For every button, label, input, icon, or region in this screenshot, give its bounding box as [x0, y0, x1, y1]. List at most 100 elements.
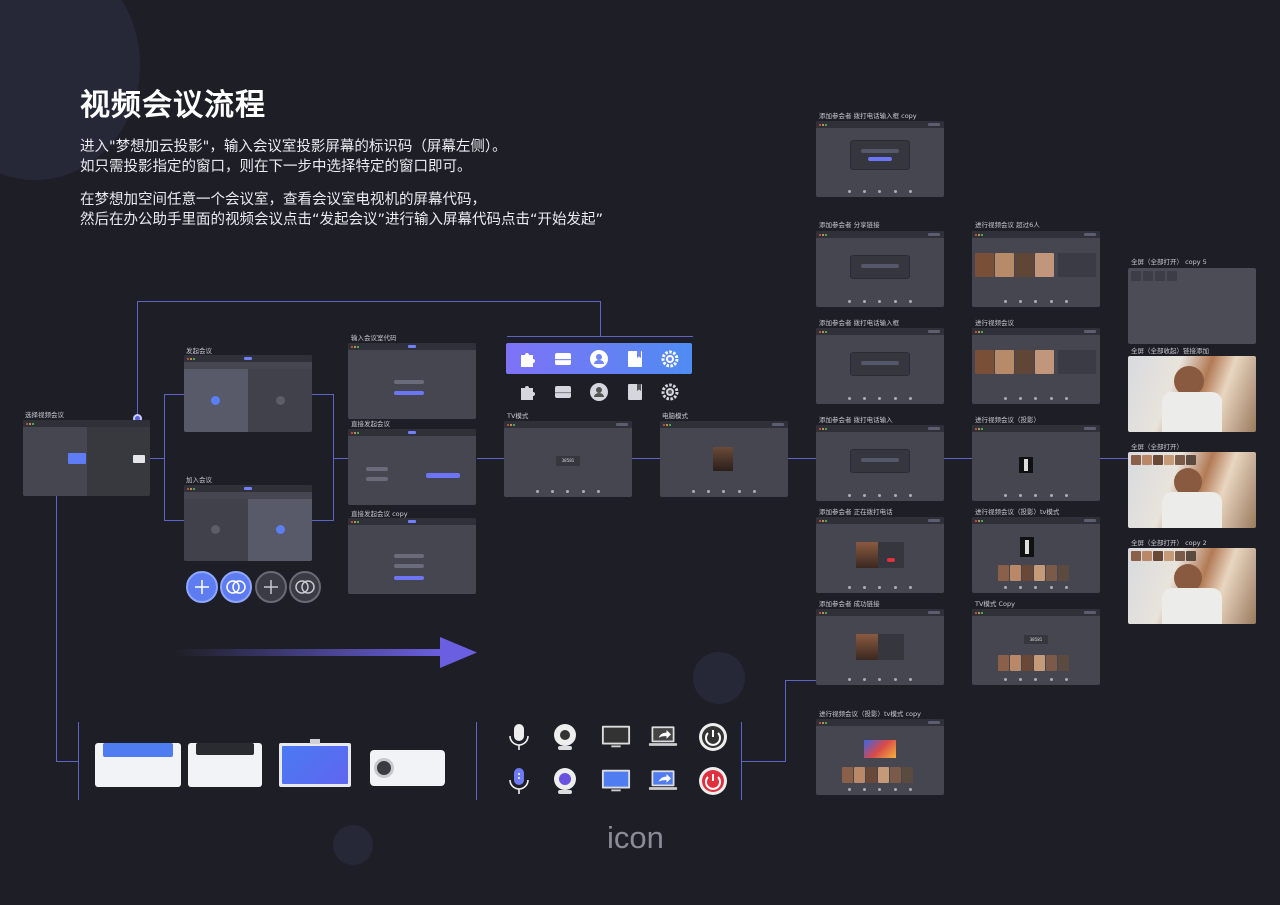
join-outline-icon[interactable] — [289, 571, 321, 603]
screen-input-code[interactable] — [348, 343, 476, 419]
screen-meeting-over6[interactable] — [972, 231, 1100, 307]
puzzle-icon[interactable] — [517, 381, 539, 403]
connector — [164, 394, 165, 521]
laptop-share-icon[interactable] — [648, 722, 678, 752]
printer-gray-device — [188, 743, 262, 787]
screen-label: 电脑模式 — [662, 412, 688, 420]
projector-device — [370, 750, 445, 786]
screen-label: 发起会议 — [186, 347, 212, 355]
page-title: 视频会议流程 — [80, 88, 266, 123]
connector — [150, 458, 165, 459]
screen-meeting[interactable] — [972, 328, 1100, 404]
screen-label: TV模式 — [507, 412, 529, 420]
screen-tv-mode-copy[interactable]: 38581 — [972, 609, 1100, 685]
tray-icon[interactable] — [552, 348, 574, 370]
screen-meeting-projection-tv[interactable] — [972, 517, 1100, 593]
intro-line-2: 如只需投影指定的窗口，则在下一步中选择特定的窗口即可。 — [80, 159, 472, 175]
user-icon[interactable] — [588, 348, 610, 370]
screen-label: 添加参会者 拨打电话输入框 copy — [819, 112, 917, 120]
screen-direct-start-copy[interactable] — [348, 518, 476, 594]
screen-tv-mode[interactable]: 38581 — [504, 421, 632, 497]
screen-fullscreen-collapsed[interactable] — [1128, 356, 1256, 432]
monitor-icon[interactable] — [601, 766, 631, 796]
connector — [164, 520, 184, 521]
tv-display-device — [279, 739, 351, 787]
intro-line-3: 在梦想加空间任意一个会议室，查看会议室电视机的屏幕代码， — [80, 192, 486, 208]
screen-add-share-link[interactable] — [816, 231, 944, 307]
screen-label: 全屏（全部打开） copy 5 — [1131, 258, 1207, 266]
screen-label: 选择视频会议 — [25, 411, 64, 419]
screen-add-dial-input[interactable] — [816, 425, 944, 501]
screen-label: 直接发起会议 copy — [351, 510, 408, 518]
screen-code: 38581 — [556, 456, 580, 466]
screen-pc-mode[interactable] — [660, 421, 788, 497]
screen-add-dial-copy[interactable] — [816, 121, 944, 197]
webcam-icon[interactable] — [550, 766, 580, 796]
microphone-icon[interactable] — [504, 722, 534, 752]
icon-section-label: icon — [607, 820, 664, 855]
puzzle-icon[interactable] — [517, 348, 539, 370]
screen-label: 直接发起会议 — [351, 420, 390, 428]
screen-fullscreen-open[interactable] — [1128, 452, 1256, 528]
laptop-share-icon[interactable] — [648, 766, 678, 796]
connector — [56, 485, 57, 762]
screen-select-meeting[interactable] — [23, 420, 150, 496]
bookmark-icon[interactable] — [624, 348, 646, 370]
screen-label: 进行视频会议 — [975, 319, 1014, 327]
connector — [477, 458, 505, 459]
screen-fullscreen-copy5[interactable] — [1128, 268, 1256, 344]
connector — [600, 301, 601, 337]
intro-line-1: 进入"梦想加云投影"，输入会议室投影屏幕的标识码（屏幕左侧）。 — [80, 139, 507, 155]
microphone-icon[interactable] — [504, 766, 534, 796]
power-icon[interactable] — [698, 722, 728, 752]
screen-direct-start[interactable] — [348, 429, 476, 505]
screen-label: 加入会议 — [186, 476, 212, 484]
bg-circle-mid — [693, 652, 745, 704]
gear-icon[interactable] — [659, 381, 681, 403]
screen-add-dialing[interactable] — [816, 517, 944, 593]
connector — [56, 761, 78, 762]
connector — [944, 458, 972, 459]
screen-label: 添加参会者 正在拨打电话 — [819, 508, 893, 516]
flow-arrow-icon — [175, 637, 477, 668]
user-icon[interactable] — [588, 381, 610, 403]
connector — [78, 722, 79, 800]
screen-join-meeting[interactable] — [184, 485, 312, 561]
screen-label: 添加参会者 拨打电话输入框 — [819, 319, 900, 327]
join-circle-icon[interactable] — [220, 571, 252, 603]
monitor-icon[interactable] — [601, 722, 631, 752]
screen-label: 输入会议室代码 — [351, 334, 397, 342]
add-circle-icon[interactable] — [186, 571, 218, 603]
screen-meeting-projection[interactable] — [972, 425, 1100, 501]
connector — [632, 458, 660, 459]
icon-toolbar-inactive — [506, 376, 692, 407]
screen-add-link-success[interactable] — [816, 609, 944, 685]
intro-line-4: 然后在办公助手里面的视频会议点击“发起会议”进行输入屏幕代码点击“开始发起” — [80, 212, 604, 228]
connector — [476, 722, 477, 800]
connector — [742, 761, 785, 762]
bookmark-icon[interactable] — [624, 381, 646, 403]
connector — [137, 301, 138, 419]
screen-start-meeting[interactable] — [184, 355, 312, 432]
screen-label: 添加参会者 分享链接 — [819, 221, 880, 229]
screen-add-dial-box[interactable] — [816, 328, 944, 404]
screen-fullscreen-copy2[interactable] — [1128, 548, 1256, 624]
icon-toolbar-active — [506, 343, 692, 374]
power-icon[interactable] — [698, 766, 728, 796]
add-outline-icon[interactable] — [255, 571, 287, 603]
connector — [333, 458, 348, 459]
tray-icon[interactable] — [552, 381, 574, 403]
connector — [312, 394, 334, 395]
connector — [788, 458, 816, 459]
screen-label: 全屏（全部打开） — [1131, 443, 1183, 451]
connector — [312, 520, 334, 521]
flow-canvas: 视频会议流程 进入"梦想加云投影"，输入会议室投影屏幕的标识码（屏幕左侧）。 如… — [0, 0, 1280, 905]
screen-projection-tv-copy[interactable] — [816, 719, 944, 795]
connector — [137, 301, 601, 302]
gear-icon[interactable] — [659, 348, 681, 370]
screen-label: 进行视频会议（投影） — [975, 416, 1040, 424]
bg-circle-bottom — [333, 825, 373, 865]
screen-label: 添加参会者 成功链接 — [819, 600, 880, 608]
webcam-icon[interactable] — [550, 722, 580, 752]
screen-label: 添加参会者 拨打电话输入 — [819, 416, 893, 424]
